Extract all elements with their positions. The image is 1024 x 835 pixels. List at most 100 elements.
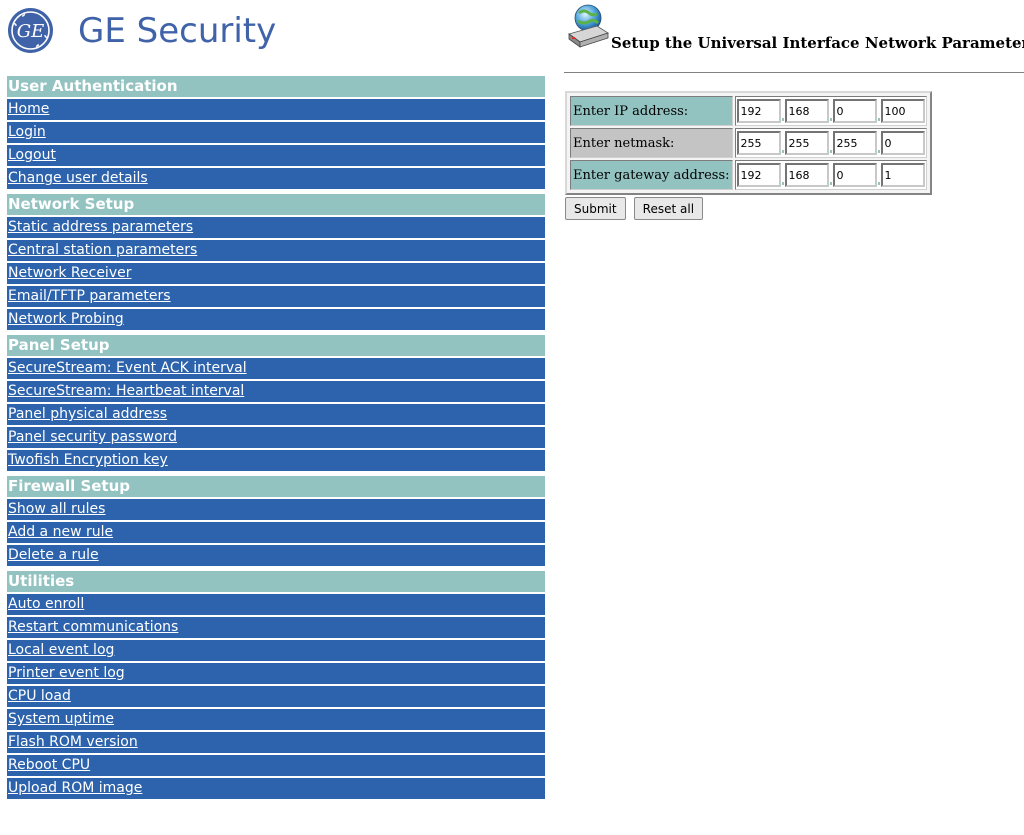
- sidebar-nav-item: SecureStream: Heartbeat interval: [7, 381, 545, 402]
- sidebar-nav-item: Flash ROM version: [7, 732, 545, 753]
- header-logo-area: GE GE Security: [7, 7, 547, 57]
- sidebar-nav-link[interactable]: Reboot CPU: [8, 757, 90, 773]
- sidebar-nav-link[interactable]: SecureStream: Heartbeat interval: [8, 383, 244, 399]
- octet-separator: [877, 150, 880, 153]
- octet-separator: [781, 150, 784, 153]
- octet-input[interactable]: [880, 131, 925, 155]
- sidebar-nav-item: Delete a rule: [7, 545, 545, 566]
- sidebar-nav-item: Static address parameters: [7, 217, 545, 238]
- octet-separator: [781, 118, 784, 121]
- octet-separator: [781, 182, 784, 185]
- ge-logo-text: GE: [17, 21, 45, 42]
- sidebar-nav-item: Auto enroll: [7, 594, 545, 615]
- octet-input[interactable]: [784, 99, 829, 123]
- sidebar-nav-link[interactable]: Restart communications: [8, 619, 178, 635]
- sidebar-nav-link[interactable]: Login: [8, 124, 46, 140]
- sidebar-nav-link[interactable]: Panel physical address: [8, 406, 167, 422]
- sidebar-nav-item: Add a new rule: [7, 522, 545, 543]
- sidebar-nav-item: Restart communications: [7, 617, 545, 638]
- sidebar-nav-link[interactable]: Delete a rule: [8, 547, 99, 563]
- ge-logo-icon: GE: [8, 8, 53, 53]
- sidebar-nav-link[interactable]: CPU load: [8, 688, 71, 704]
- form-row: Enter IP address:: [570, 96, 927, 126]
- network-params-form: Enter IP address:Enter netmask:Enter gat…: [565, 91, 932, 195]
- sidebar-nav-item: Logout: [7, 145, 545, 166]
- sidebar-nav-link[interactable]: Network Probing: [8, 311, 124, 327]
- form-row: Enter gateway address:: [570, 160, 927, 190]
- sidebar-nav-item: Printer event log: [7, 663, 545, 684]
- sidebar-nav-item: Central station parameters: [7, 240, 545, 261]
- octet-separator: [877, 182, 880, 185]
- reset-all-button[interactable]: Reset all: [633, 197, 704, 220]
- form-row: Enter netmask:: [570, 128, 927, 158]
- octet-fields: [734, 96, 927, 126]
- octet-input[interactable]: [832, 99, 877, 123]
- title-divider: [564, 72, 1024, 73]
- sidebar-nav-item: Network Receiver: [7, 263, 545, 284]
- form-buttons: Submit Reset all: [565, 197, 706, 220]
- sidebar-nav-item: CPU load: [7, 686, 545, 707]
- sidebar-nav-link[interactable]: Local event log: [8, 642, 114, 658]
- sidebar-nav-item: Twofish Encryption key: [7, 450, 545, 471]
- sidebar-nav-link[interactable]: SecureStream: Event ACK interval: [8, 360, 247, 376]
- network-router-globe-icon: [568, 4, 609, 48]
- octet-input[interactable]: [880, 163, 925, 187]
- sidebar-section-header: User Authentication: [7, 76, 545, 97]
- octet-separator: [829, 150, 832, 153]
- submit-button[interactable]: Submit: [565, 197, 626, 220]
- sidebar-nav-link[interactable]: Twofish Encryption key: [8, 452, 168, 468]
- sidebar-nav: User Authentication Home Login Logout Change…: [7, 76, 545, 799]
- sidebar-nav-item: System uptime: [7, 709, 545, 730]
- sidebar-nav-link[interactable]: Static address parameters: [8, 219, 193, 235]
- sidebar-nav-item: Home: [7, 99, 545, 120]
- sidebar-section-header: Utilities: [7, 571, 545, 592]
- sidebar-nav-link[interactable]: System uptime: [8, 711, 114, 727]
- sidebar-nav-item: Local event log: [7, 640, 545, 661]
- sidebar-nav-item: Email/TFTP parameters: [7, 286, 545, 307]
- sidebar-nav-link[interactable]: Printer event log: [8, 665, 125, 681]
- sidebar-nav-link[interactable]: Show all rules: [8, 501, 105, 517]
- octet-input[interactable]: [832, 131, 877, 155]
- octet-input[interactable]: [784, 163, 829, 187]
- octet-input[interactable]: [832, 163, 877, 187]
- sidebar-nav-link[interactable]: Network Receiver: [8, 265, 131, 281]
- brand-name: GE Security: [78, 11, 277, 51]
- sidebar-nav-link[interactable]: Upload ROM image: [8, 780, 142, 796]
- sidebar-section-header: Panel Setup: [7, 335, 545, 356]
- network-params-table: Enter IP address:Enter netmask:Enter gat…: [565, 91, 932, 195]
- sidebar-section-header: Firewall Setup: [7, 476, 545, 497]
- sidebar-nav-item: Network Probing: [7, 309, 545, 330]
- sidebar-nav-link[interactable]: Auto enroll: [8, 596, 84, 612]
- sidebar-section-header: Network Setup: [7, 194, 545, 215]
- octet-fields: [734, 128, 927, 158]
- sidebar-nav-item: Show all rules: [7, 499, 545, 520]
- sidebar-nav-link[interactable]: Flash ROM version: [8, 734, 138, 750]
- sidebar-nav-link[interactable]: Add a new rule: [8, 524, 113, 540]
- page-title: Setup the Universal Interface Network Pa…: [611, 34, 1024, 52]
- sidebar-nav-item: SecureStream: Event ACK interval: [7, 358, 545, 379]
- sidebar-nav-link[interactable]: Email/TFTP parameters: [8, 288, 171, 304]
- sidebar-nav-item: Login: [7, 122, 545, 143]
- octet-input[interactable]: [880, 99, 925, 123]
- sidebar-nav-item: Panel physical address: [7, 404, 545, 425]
- sidebar-nav-item: Change user details: [7, 168, 545, 189]
- form-row-label: Enter netmask:: [570, 128, 733, 158]
- sidebar-nav-item: Upload ROM image: [7, 778, 545, 799]
- sidebar-nav-item: Panel security password: [7, 427, 545, 448]
- octet-input[interactable]: [736, 131, 781, 155]
- sidebar-nav-link[interactable]: Central station parameters: [8, 242, 197, 258]
- sidebar-nav-link[interactable]: Logout: [8, 147, 56, 163]
- sidebar-nav-link[interactable]: Home: [8, 101, 49, 117]
- octet-fields: [734, 160, 927, 190]
- octet-input[interactable]: [736, 99, 781, 123]
- octet-input[interactable]: [736, 163, 781, 187]
- sidebar-nav-link[interactable]: Panel security password: [8, 429, 177, 445]
- sidebar-nav-link[interactable]: Change user details: [8, 170, 148, 186]
- octet-input[interactable]: [784, 131, 829, 155]
- sidebar-nav-item: Reboot CPU: [7, 755, 545, 776]
- form-row-label: Enter gateway address:: [570, 160, 733, 190]
- octet-separator: [829, 182, 832, 185]
- octet-separator: [829, 118, 832, 121]
- octet-separator: [877, 118, 880, 121]
- form-row-label: Enter IP address:: [570, 96, 733, 126]
